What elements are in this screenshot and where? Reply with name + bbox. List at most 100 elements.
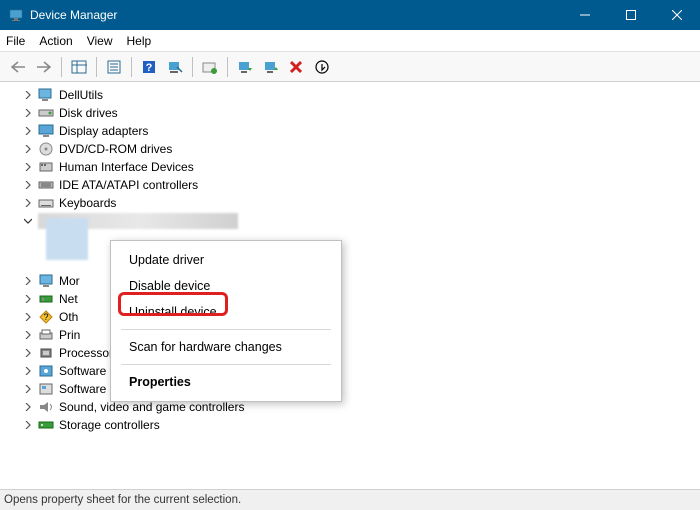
tree-label: Storage controllers <box>59 418 160 432</box>
chevron-right-icon[interactable] <box>22 293 34 305</box>
tree-item[interactable]: Mor <box>0 272 700 290</box>
chevron-right-icon[interactable] <box>22 161 34 173</box>
ctx-separator <box>121 364 331 365</box>
status-text: Opens property sheet for the current sel… <box>4 494 241 506</box>
tree-item[interactable]: Prin <box>0 326 700 344</box>
chevron-right-icon[interactable] <box>22 419 34 431</box>
ctx-separator <box>121 329 331 330</box>
ctx-scan-hardware[interactable]: Scan for hardware changes <box>111 334 341 360</box>
storage-controller-icon <box>38 417 54 433</box>
chevron-right-icon[interactable] <box>22 143 34 155</box>
device-tree[interactable]: DellUtils Disk drives Display adapters D… <box>0 82 700 490</box>
software-device-icon <box>38 381 54 397</box>
tree-item[interactable]: Storage controllers <box>0 416 700 434</box>
properties-button[interactable] <box>102 55 126 79</box>
tree-item[interactable]: Software components <box>0 362 700 380</box>
chevron-right-icon[interactable] <box>22 179 34 191</box>
tree-item[interactable]: Disk drives <box>0 104 700 122</box>
computer-icon <box>38 87 54 103</box>
titlebar: Device Manager <box>0 0 700 30</box>
tree-item[interactable]: Processors <box>0 344 700 362</box>
toolbar-separator <box>96 57 97 77</box>
toolbar-separator <box>131 57 132 77</box>
tree-label: Display adapters <box>59 124 148 138</box>
tree-label: Sound, video and game controllers <box>59 400 244 414</box>
ctx-update-driver[interactable]: Update driver <box>111 247 341 273</box>
tree-item[interactable]: Net <box>0 290 700 308</box>
other-icon: ? <box>38 309 54 325</box>
tree-label: Net <box>59 292 78 306</box>
chevron-right-icon[interactable] <box>22 383 34 395</box>
chevron-right-icon[interactable] <box>22 329 34 341</box>
ctx-properties[interactable]: Properties <box>111 369 341 395</box>
minimize-button[interactable] <box>562 0 608 30</box>
chevron-right-icon[interactable] <box>22 275 34 287</box>
sound-icon <box>38 399 54 415</box>
chevron-right-icon[interactable] <box>22 401 34 413</box>
toolbar-separator <box>61 57 62 77</box>
back-button[interactable] <box>6 55 30 79</box>
ide-icon <box>38 177 54 193</box>
tree-label: Keyboards <box>59 196 116 210</box>
chevron-right-icon[interactable] <box>22 347 34 359</box>
update-driver-button[interactable] <box>198 55 222 79</box>
chevron-right-icon[interactable] <box>22 107 34 119</box>
menubar: File Action View Help <box>0 30 700 52</box>
tree-label: IDE ATA/ATAPI controllers <box>59 178 198 192</box>
tree-label: DellUtils <box>59 88 103 102</box>
tree-item[interactable]: Software devices <box>0 380 700 398</box>
svg-text:?: ? <box>146 62 153 74</box>
ctx-uninstall-device[interactable]: Uninstall device <box>111 299 341 325</box>
context-menu: Update driver Disable device Uninstall d… <box>110 240 342 402</box>
network-icon <box>38 291 54 307</box>
tree-item[interactable]: ? Oth <box>0 308 700 326</box>
uninstall-device-button[interactable] <box>285 55 309 79</box>
tree-item[interactable]: Human Interface Devices <box>0 158 700 176</box>
app-icon <box>8 7 24 23</box>
tree-label: Oth <box>59 310 78 324</box>
toolbar-separator <box>227 57 228 77</box>
chevron-right-icon[interactable] <box>22 125 34 137</box>
tree-item[interactable]: Keyboards <box>0 194 700 212</box>
menu-view[interactable]: View <box>87 34 113 48</box>
tree-child-selected[interactable] <box>0 230 700 248</box>
tree-label: Human Interface Devices <box>59 160 194 174</box>
add-legacy-button[interactable] <box>311 55 335 79</box>
hid-icon <box>38 159 54 175</box>
chevron-right-icon[interactable] <box>22 311 34 323</box>
tree-item[interactable]: DVD/CD-ROM drives <box>0 140 700 158</box>
tree-item[interactable]: Display adapters <box>0 122 700 140</box>
maximize-button[interactable] <box>608 0 654 30</box>
tree-label: Prin <box>59 328 80 342</box>
enable-device-button[interactable] <box>233 55 257 79</box>
keyboard-icon <box>38 195 54 211</box>
dvd-icon <box>38 141 54 157</box>
forward-button[interactable] <box>32 55 56 79</box>
tree-item[interactable]: Sound, video and game controllers <box>0 398 700 416</box>
chevron-right-icon[interactable] <box>22 89 34 101</box>
menu-file[interactable]: File <box>6 34 25 48</box>
chevron-right-icon[interactable] <box>22 197 34 209</box>
statusbar: Opens property sheet for the current sel… <box>0 490 700 510</box>
processor-icon <box>38 345 54 361</box>
close-button[interactable] <box>654 0 700 30</box>
chevron-right-icon[interactable] <box>22 365 34 377</box>
show-hide-console-button[interactable] <box>67 55 91 79</box>
tree-item[interactable]: DellUtils <box>0 86 700 104</box>
chevron-down-icon[interactable] <box>22 215 34 227</box>
monitor-icon <box>38 273 54 289</box>
ctx-disable-device[interactable]: Disable device <box>111 273 341 299</box>
tree-label: DVD/CD-ROM drives <box>59 142 172 156</box>
display-icon <box>38 123 54 139</box>
printer-icon <box>38 327 54 343</box>
help-button[interactable]: ? <box>137 55 161 79</box>
tree-item-expanded[interactable] <box>0 212 700 230</box>
scan-button[interactable] <box>163 55 187 79</box>
tree-item[interactable]: IDE ATA/ATAPI controllers <box>0 176 700 194</box>
toolbar-separator <box>192 57 193 77</box>
software-component-icon <box>38 363 54 379</box>
menu-help[interactable]: Help <box>127 34 152 48</box>
menu-action[interactable]: Action <box>39 34 72 48</box>
tree-label: Disk drives <box>59 106 118 120</box>
disable-device-button[interactable] <box>259 55 283 79</box>
